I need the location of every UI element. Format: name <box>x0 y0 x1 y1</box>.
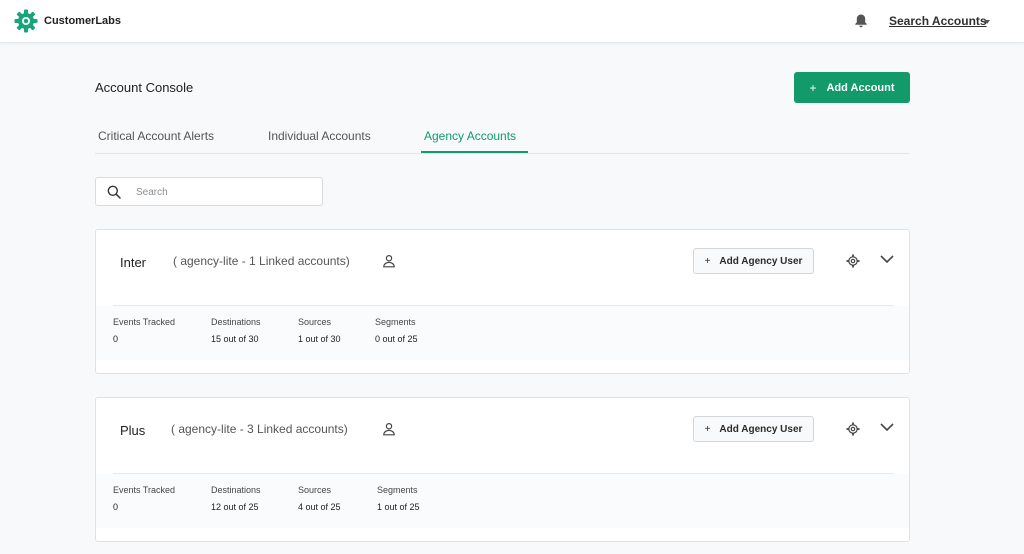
top-bar: CustomerLabs Search Accounts <box>0 0 1024 43</box>
stat-label-segments: Segments <box>377 485 418 495</box>
add-account-label: Add Account <box>826 81 895 94</box>
tab-agency-accounts[interactable]: Agency Accounts <box>424 129 516 143</box>
add-agency-user-label: Add Agency User <box>719 423 803 435</box>
bell-icon[interactable] <box>853 13 869 29</box>
account-stats: Events Tracked 0 Destinations 12 out of … <box>96 474 909 528</box>
tab-critical-account-alerts[interactable]: Critical Account Alerts <box>98 129 214 143</box>
account-tabs: Critical Account Alerts Individual Accou… <box>95 117 910 154</box>
add-account-button[interactable]: + Add Account <box>794 72 910 103</box>
account-plan-info: ( agency-lite - 1 Linked accounts) <box>173 254 350 268</box>
stat-label-events-tracked: Events Tracked <box>113 485 176 495</box>
search-icon <box>107 185 121 199</box>
add-agency-user-button[interactable]: + Add Agency User <box>693 416 814 442</box>
plus-icon: + <box>704 423 711 435</box>
stat-value-sources: 4 out of 25 <box>298 502 341 512</box>
gear-icon[interactable] <box>846 254 860 268</box>
chevron-down-icon[interactable] <box>879 421 895 433</box>
account-name: Inter <box>120 255 147 270</box>
search-accounts-dropdown[interactable]: Search Accounts <box>889 14 987 28</box>
stat-value-sources: 1 out of 30 <box>298 334 341 344</box>
stat-label-sources: Sources <box>298 485 332 495</box>
stats-background <box>96 474 909 528</box>
stat-label-destinations: Destinations <box>211 485 261 495</box>
search-input[interactable] <box>136 184 306 200</box>
brand-logo[interactable]: CustomerLabs <box>14 9 121 33</box>
plus-icon: + <box>809 80 817 95</box>
caret-down-icon[interactable] <box>984 20 990 24</box>
agency-account-card: Inter ( agency-lite - 1 Linked accounts)… <box>95 229 910 374</box>
logo-gear-icon <box>14 9 38 33</box>
stat-value-events-tracked: 0 <box>113 502 119 512</box>
stat-label-events-tracked: Events Tracked <box>113 317 176 327</box>
stat-value-events-tracked: 0 <box>113 334 119 344</box>
gear-icon[interactable] <box>846 422 860 436</box>
plus-icon: + <box>704 255 711 267</box>
agency-account-card: Plus ( agency-lite - 3 Linked accounts) … <box>95 397 910 542</box>
chevron-down-icon[interactable] <box>879 253 895 265</box>
user-icon[interactable] <box>382 422 396 436</box>
search-field <box>95 177 323 206</box>
tab-individual-accounts[interactable]: Individual Accounts <box>268 129 371 143</box>
active-tab-indicator <box>421 151 528 153</box>
account-plan-info: ( agency-lite - 3 Linked accounts) <box>171 422 348 436</box>
stat-value-destinations: 12 out of 25 <box>211 502 259 512</box>
stat-label-segments: Segments <box>375 317 416 327</box>
account-stats: Events Tracked 0 Destinations 15 out of … <box>96 306 909 360</box>
stat-value-segments: 0 out of 25 <box>375 334 418 344</box>
stats-background <box>96 306 909 360</box>
page-title: Account Console <box>95 80 194 95</box>
brand-name: CustomerLabs <box>44 15 122 27</box>
stat-value-segments: 1 out of 25 <box>377 502 420 512</box>
stat-label-destinations: Destinations <box>211 317 261 327</box>
account-name: Plus <box>120 423 146 438</box>
stat-label-sources: Sources <box>298 317 332 327</box>
stat-value-destinations: 15 out of 30 <box>211 334 259 344</box>
user-icon[interactable] <box>382 254 396 268</box>
add-agency-user-label: Add Agency User <box>719 255 803 267</box>
add-agency-user-button[interactable]: + Add Agency User <box>693 248 814 274</box>
